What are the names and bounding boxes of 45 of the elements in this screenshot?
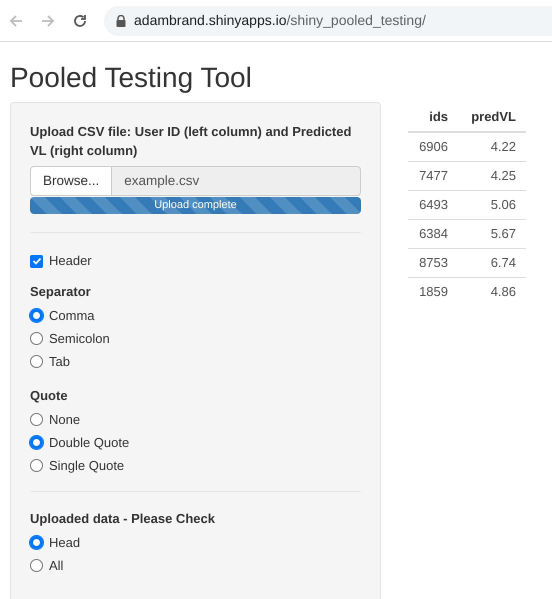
- url-path: /shiny_pooled_testing/: [286, 11, 426, 30]
- table-cell: 6493: [408, 190, 458, 219]
- url-host: adambrand.shinyapps.io: [134, 11, 287, 30]
- radio-button[interactable]: [30, 355, 43, 368]
- table-cell: 4.86: [458, 277, 526, 306]
- page-title: Pooled Testing Tool: [10, 61, 253, 95]
- radio-button[interactable]: [30, 413, 43, 426]
- radio-label: Tab: [49, 352, 70, 371]
- group-label: Separator: [30, 283, 92, 301]
- lock-icon: [116, 14, 126, 26]
- radio-label: None: [49, 410, 80, 429]
- file-name-field: example.csv: [112, 166, 361, 196]
- radio-label: Semicolon: [49, 330, 110, 348]
- radio-button[interactable]: [30, 459, 43, 472]
- radio-label: Double Quote: [49, 434, 130, 452]
- table-cell: 7477: [408, 161, 458, 190]
- table-cell: 5.67: [458, 219, 526, 248]
- radio-label: Head: [49, 534, 80, 552]
- checkbox-label: Header: [49, 252, 92, 270]
- column-header: ids: [408, 102, 458, 132]
- table-cell: 5.06: [458, 190, 526, 219]
- radio-button[interactable]: [30, 536, 43, 549]
- address-bar[interactable]: adambrand.shinyapps.io/shiny_pooled_testing/: [104, 6, 552, 36]
- table-cell: 6906: [408, 132, 458, 161]
- table-cell: 4.22: [458, 132, 526, 161]
- radio-label: Comma: [49, 306, 95, 325]
- table-cell: 4.25: [458, 161, 526, 190]
- header-checkbox[interactable]: [30, 254, 43, 268]
- radio-button[interactable]: [30, 436, 43, 449]
- column-header: predVL: [458, 102, 526, 132]
- radio-button[interactable]: [30, 309, 43, 322]
- group-label: Uploaded data - Please Check: [30, 510, 216, 528]
- progress-text: Upload complete: [153, 198, 238, 213]
- group-label: Quote: [30, 387, 69, 405]
- radio-label: All: [49, 556, 64, 575]
- table-cell: 6384: [408, 219, 458, 248]
- radio-button[interactable]: [30, 332, 43, 345]
- table-cell: 6.74: [458, 248, 526, 277]
- table-cell: 1859: [408, 277, 458, 306]
- upload-label: Upload CSV file: User ID (left column) and Predicted VL (right column): [30, 123, 352, 160]
- table-cell: 8753: [408, 248, 458, 277]
- browse-button[interactable]: Browse...: [30, 166, 112, 196]
- reload-icon[interactable]: [72, 12, 88, 28]
- radio-button[interactable]: [30, 559, 43, 572]
- radio-label: Single Quote: [49, 456, 124, 475]
